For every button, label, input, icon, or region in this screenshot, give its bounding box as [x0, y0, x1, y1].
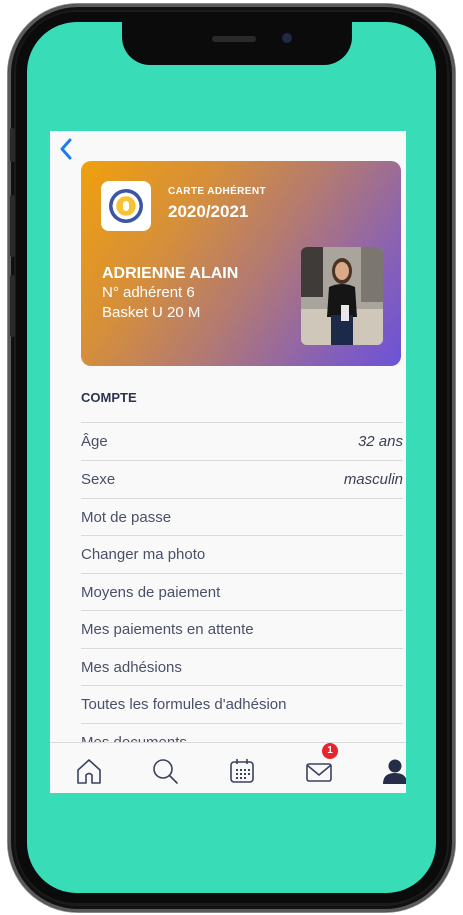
row-label: Changer ma photo [81, 546, 206, 563]
row-label: Âge [81, 433, 108, 450]
tab-messages[interactable] [304, 756, 334, 786]
member-name: ADRIENNE ALAIN [102, 265, 239, 282]
tab-profile[interactable] [380, 756, 406, 786]
volume-up-button [10, 195, 15, 257]
calendar-icon [230, 759, 254, 783]
front-camera [282, 33, 292, 43]
account-row-change-photo[interactable]: Changer ma photo [81, 535, 403, 573]
profile-icon [383, 759, 406, 784]
volume-down-button [10, 275, 15, 337]
row-value: 32 ans [357, 433, 403, 450]
card-season: 2020/2021 [168, 202, 249, 221]
chevron-left-icon [60, 138, 72, 160]
tab-home[interactable] [74, 756, 104, 786]
account-row-payment-methods[interactable]: Moyens de paiement [81, 573, 403, 611]
card-label: CARTE ADHÉRENT [168, 186, 267, 197]
row-value: masculin [343, 471, 403, 488]
member-photo-image [301, 247, 383, 345]
member-team: Basket U 20 M [102, 304, 201, 321]
speaker-grille [212, 36, 256, 42]
mail-icon [306, 763, 332, 782]
member-photo[interactable] [301, 247, 383, 345]
tab-search[interactable] [150, 756, 180, 786]
app-screen: CARTE ADHÉRENT 2020/2021 ADRIENNE ALAIN … [50, 131, 406, 793]
back-button[interactable] [58, 137, 76, 163]
account-row-membership-plans[interactable]: Toutes les formules d'adhésion [81, 685, 403, 723]
tab-bar: 1 [50, 742, 406, 793]
row-label: Sexe [81, 471, 116, 488]
tab-calendar[interactable] [227, 756, 257, 786]
section-title-account: COMPTE [81, 390, 137, 405]
account-row-pending-payments[interactable]: Mes paiements en attente [81, 610, 403, 648]
club-logo [101, 181, 151, 231]
row-label: Mes adhésions [81, 659, 182, 676]
account-row-age: Âge 32 ans [81, 422, 403, 460]
member-card: CARTE ADHÉRENT 2020/2021 ADRIENNE ALAIN … [81, 161, 401, 366]
club-logo-emblem [109, 189, 143, 223]
row-label: Mot de passe [81, 509, 172, 526]
account-row-sex: Sexe masculin [81, 460, 403, 498]
account-row-memberships[interactable]: Mes adhésions [81, 648, 403, 686]
row-label: Mes paiements en attente [81, 621, 254, 638]
row-label: Moyens de paiement [81, 584, 221, 601]
phone-notch [122, 22, 352, 65]
home-icon [77, 759, 101, 784]
search-icon [153, 759, 178, 784]
row-label: Toutes les formules d'adhésion [81, 696, 287, 713]
account-row-password[interactable]: Mot de passe [81, 498, 403, 536]
notification-badge: 1 [322, 743, 338, 759]
mute-switch [10, 128, 15, 162]
member-number: N° adhérent 6 [102, 284, 195, 301]
